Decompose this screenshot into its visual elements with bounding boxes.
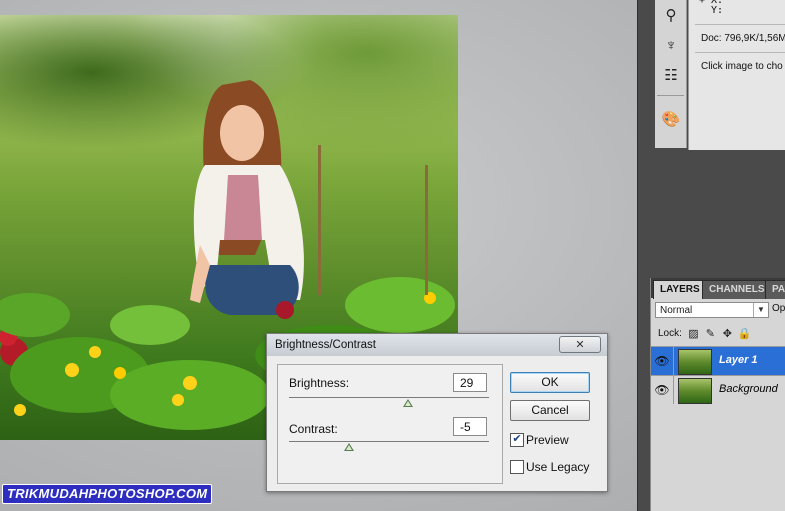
info-divider [695,24,785,25]
brightness-label: Brightness: [289,376,350,390]
ok-button[interactable]: OK [510,372,590,393]
tab-layers[interactable]: LAYERS [653,280,707,299]
brush-preset-icon[interactable]: ⚲ [660,4,682,26]
strip-divider [657,95,684,96]
info-hint: Click image to cho [701,61,783,72]
brightness-input[interactable]: 29 [453,373,487,392]
watermark-logo: TRIKMUDAHPHOTOSHOP.COM [2,484,213,504]
layer-thumbnail [678,378,712,404]
adjustment-group: Brightness: 29 Contrast: -5 [277,364,503,484]
lock-paint-icon[interactable]: ✎ [705,328,716,340]
contrast-input[interactable]: -5 [453,417,487,436]
brightness-slider-track[interactable] [289,397,489,398]
layer-name: Background [719,383,778,395]
layer-name: Layer 1 [719,354,758,366]
tab-channels[interactable]: CHANNELS [702,280,772,299]
info-panel: + X: Y: Doc: 796,9K/1,56M Click image to… [688,0,785,150]
brightness-contrast-dialog: Brightness/Contrast ✕ Brightness: 29 Con… [266,333,608,492]
coordinate-readout: + X: Y: [699,0,724,16]
visibility-eye-icon[interactable]: 👁 [651,376,674,404]
use-legacy-checkbox[interactable] [510,460,524,474]
use-legacy-label: Use Legacy [526,460,590,474]
info-divider [695,52,785,53]
dialog-close-button[interactable]: ✕ [559,336,601,353]
visibility-eye-icon[interactable]: 👁 [651,347,674,375]
blend-mode-select[interactable]: Normal ▼ [655,302,769,318]
lock-label: Lock: [658,328,682,339]
contrast-label: Contrast: [289,422,338,436]
panel-icon-strip: ⚲ ♆ ☷ 🎨 [655,0,687,148]
brightness-slider-thumb[interactable] [403,399,414,407]
preview-label: Preview [526,433,569,447]
document-size: Doc: 796,9K/1,56M [701,33,785,44]
clone-source-icon[interactable]: ♆ [660,34,682,56]
lock-position-icon[interactable]: ✥ [722,328,733,340]
preview-checkbox[interactable]: ✔ [510,433,524,447]
layer-thumbnail [678,349,712,375]
close-icon: ✕ [575,339,585,351]
lock-transparent-icon[interactable]: ▨ [688,328,699,340]
lock-all-icon[interactable]: 🔒 [738,328,752,340]
opacity-label: Op [772,303,785,314]
lock-row: Lock: ▨ ✎ ✥ 🔒 [658,328,752,340]
cancel-button[interactable]: Cancel [510,400,590,421]
layer-row-background[interactable]: 👁 Background [651,375,785,404]
layers-panel: LAYERS CHANNELS PA Normal ▼ Op Lock: ▨ ✎… [650,278,785,511]
blend-mode-value: Normal [660,305,693,316]
contrast-slider-thumb[interactable] [344,443,354,451]
tab-paths[interactable]: PA [765,280,785,299]
dialog-title: Brightness/Contrast [267,334,607,356]
color-palette-icon[interactable]: 🎨 [660,108,682,130]
contrast-slider-track[interactable] [289,441,489,442]
layers-panel-tabs: LAYERS CHANNELS PA [651,278,785,299]
layer-row-layer1[interactable]: 👁 Layer 1 [651,346,785,375]
chevron-down-icon: ▼ [753,303,768,317]
tool-presets-icon[interactable]: ☷ [660,64,682,86]
